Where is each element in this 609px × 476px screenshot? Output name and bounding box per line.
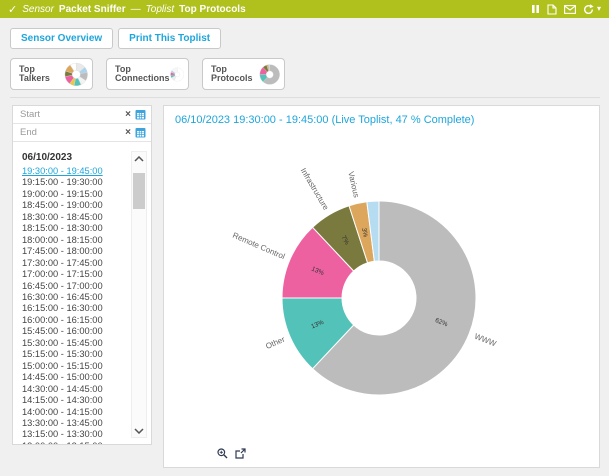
interval-list: 06/10/2023 19:30:00 - 19:45:0019:15:00 -… (13, 143, 127, 444)
pie-chart-icon (259, 61, 280, 88)
toplist-interval-link[interactable]: 16:45:00 - 17:00:00 (22, 281, 127, 292)
calendar-icon[interactable] (135, 127, 146, 138)
page-title: Top Protocols (179, 4, 245, 15)
clear-start-icon[interactable]: × (125, 110, 131, 120)
interval-scrollbar[interactable] (131, 151, 147, 438)
section-label: Toplist (146, 4, 175, 15)
scroll-down-icon[interactable] (132, 424, 146, 437)
section-divider (10, 97, 600, 98)
toplist-interval-link[interactable]: 13:00:00 - 13:15:00 (22, 441, 127, 444)
tab-top-protocols[interactable]: Top Protocols (202, 58, 285, 90)
toplist-interval-link[interactable]: 15:15:00 - 15:30:00 (22, 349, 127, 360)
tab-top-connections[interactable]: Top Connections (106, 58, 189, 90)
toplist-interval-link[interactable]: 13:30:00 - 13:45:00 (22, 418, 127, 429)
interval-filter-panel: × × 06/10/2023 19:30:00 - 19:45:0019:15:… (12, 105, 152, 445)
toplist-interval-link[interactable]: 14:30:00 - 14:45:00 (22, 384, 127, 395)
calendar-icon[interactable] (135, 109, 146, 120)
toplist-interval-link[interactable]: 14:45:00 - 15:00:00 (22, 372, 127, 383)
pause-icon[interactable] (531, 4, 540, 14)
start-date-row: × (13, 106, 151, 124)
chart-actions (217, 448, 246, 459)
toplist-interval-link[interactable]: 15:45:00 - 16:00:00 (22, 326, 127, 337)
start-date-input[interactable] (20, 109, 121, 120)
pie-chart-icon (64, 61, 88, 88)
separator-dash: — (131, 4, 141, 15)
zoom-icon[interactable] (217, 448, 228, 459)
toplist-interval-link[interactable]: 19:15:00 - 19:30:00 (22, 177, 127, 188)
toplist-interval-link[interactable]: 17:30:00 - 17:45:00 (22, 258, 127, 269)
toplist-interval-link[interactable]: 14:15:00 - 14:30:00 (22, 395, 127, 406)
toplist-tabs: Top Talkers Top Connections Top Protocol… (10, 58, 285, 90)
toplist-interval-link[interactable]: 16:15:00 - 16:30:00 (22, 303, 127, 314)
refresh-icon[interactable] (583, 4, 594, 15)
end-date-row: × (13, 124, 151, 142)
toplist-interval-link[interactable]: 18:30:00 - 18:45:00 (22, 212, 127, 223)
title-bar: ✓ Sensor Packet Sniffer — Toplist Top Pr… (0, 0, 609, 18)
header-actions: ▾ (531, 4, 601, 15)
clear-end-icon[interactable]: × (125, 128, 131, 138)
toplist-interval-link[interactable]: 18:45:00 - 19:00:00 (22, 200, 127, 211)
toplist-interval-link[interactable]: 17:45:00 - 18:00:00 (22, 246, 127, 257)
scrollbar-thumb[interactable] (133, 173, 145, 209)
status-ok-icon: ✓ (8, 3, 17, 16)
segment-name-label: Other (264, 335, 286, 351)
report-icon[interactable] (547, 4, 557, 15)
open-external-icon[interactable] (235, 448, 246, 459)
print-toplist-button[interactable]: Print This Toplist (118, 28, 221, 49)
end-date-input[interactable] (20, 127, 121, 138)
toplist-interval-link[interactable]: 15:00:00 - 15:15:00 (22, 361, 127, 372)
prtg-toplist-page: ✓ Sensor Packet Sniffer — Toplist Top Pr… (0, 0, 609, 476)
toplist-interval-link[interactable]: 18:00:00 - 18:15:00 (22, 235, 127, 246)
tab-top-talkers[interactable]: Top Talkers (10, 58, 93, 90)
segment-name-label: Remote Control (231, 231, 286, 262)
protocols-donut-chart: 62%WWW13%Other13%Remote Control7%Infrast… (164, 128, 601, 462)
toplist-interval-link[interactable]: 19:00:00 - 19:15:00 (22, 189, 127, 200)
pie-chart-icon (170, 61, 185, 88)
toplist-title: 06/10/2023 19:30:00 - 19:45:00 (Live Top… (164, 106, 599, 126)
toplist-interval-link[interactable]: 15:30:00 - 15:45:00 (22, 338, 127, 349)
toplist-interval-link[interactable]: 18:15:00 - 18:30:00 (22, 223, 127, 234)
toplist-interval-link[interactable]: 19:30:00 - 19:45:00 (22, 166, 127, 177)
object-kind-label: Sensor (22, 4, 54, 15)
toplist-interval-link[interactable]: 13:15:00 - 13:30:00 (22, 429, 127, 440)
toplist-interval-link[interactable]: 14:00:00 - 14:15:00 (22, 407, 127, 418)
tab-label: Top Connections (115, 65, 170, 84)
scrollbar-track[interactable] (132, 165, 146, 424)
scroll-up-icon[interactable] (132, 152, 146, 165)
chevron-down-icon[interactable]: ▾ (597, 5, 601, 13)
segment-name-label: WWW (473, 332, 498, 349)
date-header: 06/10/2023 (22, 152, 127, 163)
toplist-chart-panel: 06/10/2023 19:30:00 - 19:45:00 (Live Top… (163, 105, 600, 468)
email-icon[interactable] (564, 5, 576, 14)
segment-name-label: Various (346, 171, 361, 199)
toolbar: Sensor Overview Print This Toplist (10, 28, 221, 49)
toplist-interval-link[interactable]: 16:00:00 - 16:15:00 (22, 315, 127, 326)
toplist-interval-link[interactable]: 17:00:00 - 17:15:00 (22, 269, 127, 280)
sensor-name: Packet Sniffer (59, 4, 126, 15)
tab-label: Top Protocols (211, 65, 259, 84)
tab-label: Top Talkers (19, 65, 64, 84)
segment-name-label: Infrastructure (299, 166, 331, 212)
sensor-overview-button[interactable]: Sensor Overview (10, 28, 113, 49)
toplist-interval-link[interactable]: 16:30:00 - 16:45:00 (22, 292, 127, 303)
